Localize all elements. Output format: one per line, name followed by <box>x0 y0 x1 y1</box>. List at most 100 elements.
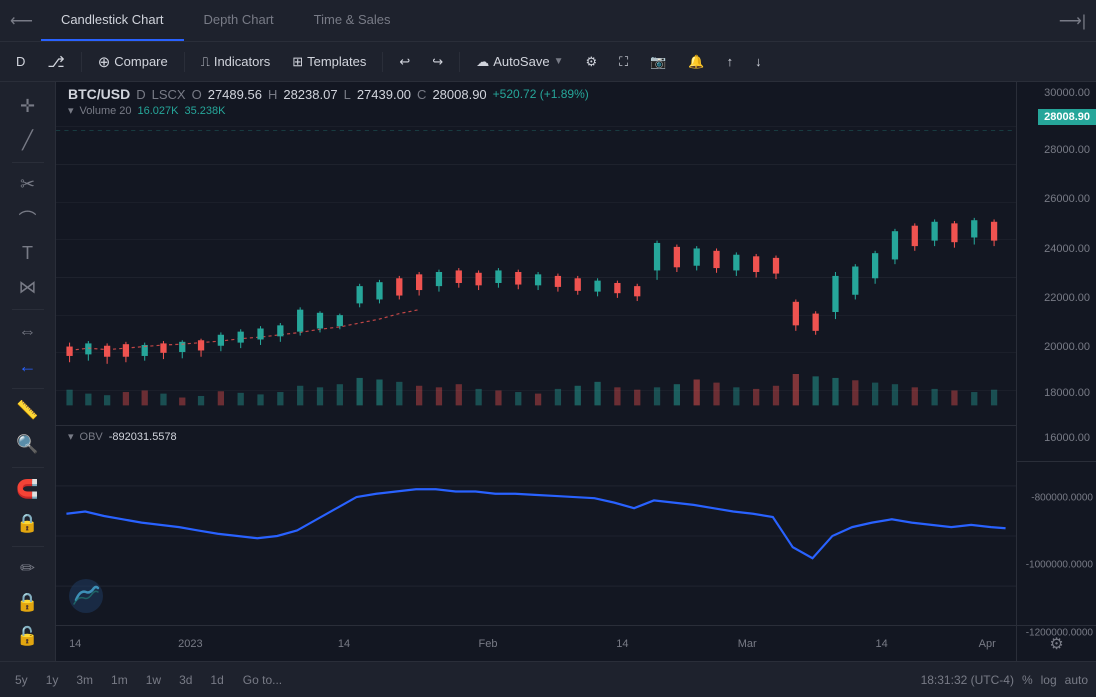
volume-val1: 16.027K <box>138 105 179 117</box>
scale-22000: 22000.00 <box>1044 292 1090 304</box>
scale-24000: 24000.00 <box>1044 243 1090 255</box>
close-label: C <box>417 87 426 102</box>
volume-chevron[interactable]: ▾ <box>68 104 74 117</box>
path-tool[interactable]: ⌒ <box>8 203 48 235</box>
separator-2 <box>184 52 185 72</box>
tab-candlestick[interactable]: Candlestick Chart <box>41 0 184 41</box>
x-label-14-4: 14 <box>875 638 887 650</box>
collapse-right-icon[interactable]: ⟶| <box>1059 11 1086 31</box>
zoom-tool[interactable]: 🔍 <box>8 429 48 461</box>
x-axis-labels: 14 2023 14 Feb 14 Mar 14 Apr <box>56 626 1016 661</box>
obv-chevron[interactable]: ▾ <box>68 430 74 443</box>
crosshair-tool[interactable]: ✛ <box>8 90 48 122</box>
volume-bar: ▾ Volume 20 16.027K 35.238K <box>68 104 1004 117</box>
download-btn[interactable]: ↓ <box>747 50 770 73</box>
tab-time-sales[interactable]: Time & Sales <box>294 0 411 41</box>
obv-label-bar: ▾ OBV -892031.5578 <box>56 426 1016 447</box>
timeframe-1d[interactable]: 1d <box>203 670 230 690</box>
timeframe-1w[interactable]: 1w <box>139 670 168 690</box>
percent-btn[interactable]: % <box>1022 673 1033 687</box>
x-label-mar: Mar <box>738 638 757 650</box>
compare-btn[interactable]: ⊕ Compare <box>90 49 176 75</box>
timeframe-1y[interactable]: 1y <box>39 670 66 690</box>
low-val: 27439.00 <box>357 87 411 102</box>
x-label-feb: Feb <box>479 638 498 650</box>
obv-watermark <box>68 578 104 617</box>
tool-sep-1 <box>12 162 44 163</box>
scissors-tool[interactable]: ✂ <box>8 169 48 201</box>
timeframe-5y[interactable]: 5y <box>8 670 35 690</box>
scale-28000: 28000.00 <box>1044 144 1090 156</box>
settings-btn[interactable]: ⚙ <box>577 50 605 74</box>
separator-3 <box>382 52 383 72</box>
snapshot-btn[interactable]: 📷 <box>642 50 674 74</box>
collapse-icon[interactable]: ⟵ <box>10 11 33 31</box>
tab-depth[interactable]: Depth Chart <box>184 0 294 41</box>
obv-scale-1000k: -1000000.0000 <box>1026 560 1093 571</box>
goto-btn[interactable]: Go to... <box>235 670 290 690</box>
symbol-name: BTC/USD <box>68 86 130 102</box>
volume-val2: 35.238K <box>185 105 226 117</box>
volume-label: Volume 20 <box>80 105 132 117</box>
separator-1 <box>81 52 82 72</box>
open-val: 27489.56 <box>208 87 262 102</box>
scale-30000: 30000.00 <box>1044 87 1090 99</box>
publish-btn[interactable]: ↑ <box>719 50 742 73</box>
separator-4 <box>459 52 460 72</box>
timeframe-3m[interactable]: 3m <box>69 670 100 690</box>
undo-btn[interactable]: ↩ <box>391 50 418 74</box>
high-val: 28238.07 <box>283 87 337 102</box>
tab-bar-left: ⟵ <box>0 0 41 41</box>
scale-18000: 18000.00 <box>1044 387 1090 399</box>
redo-btn[interactable]: ↪ <box>424 50 451 74</box>
chart-area: BTC/USD D LSCX O27489.56 H28238.07 L2743… <box>56 82 1016 661</box>
log-btn[interactable]: log <box>1041 673 1057 687</box>
tabs: Candlestick Chart Depth Chart Time & Sal… <box>41 0 411 41</box>
tab-bar-right: ⟶| <box>1059 0 1096 41</box>
candlestick-svg <box>56 119 1016 425</box>
symbol-interval: D <box>136 87 145 102</box>
right-scale: 28008.90 30000.00 28000.00 26000.00 2400… <box>1016 82 1096 661</box>
magnet-tool[interactable]: 🧲 <box>8 474 48 506</box>
trend-line-tool[interactable]: ╱ <box>8 124 48 156</box>
obv-label: OBV <box>80 431 103 443</box>
x-label-14-1: 14 <box>69 638 81 650</box>
low-label: L <box>344 87 351 102</box>
fullscreen-btn[interactable]: ⛶ <box>611 50 636 74</box>
node-tool[interactable]: ⋈ <box>8 271 48 303</box>
obv-settings-icon[interactable]: ⚙ <box>1049 634 1063 654</box>
scale-20000: 20000.00 <box>1044 341 1090 353</box>
autosave-btn[interactable]: ☁ AutoSave ▼ <box>468 50 571 74</box>
alert-btn[interactable]: 🔔 <box>680 50 712 74</box>
close-val: 28008.90 <box>432 87 486 102</box>
lock2-tool[interactable]: 🔓 <box>8 621 48 653</box>
templates-btn[interactable]: ⊞ Templates <box>284 50 374 74</box>
lock-tool[interactable]: 🔒 <box>8 508 48 540</box>
high-label: H <box>268 87 277 102</box>
tool-sep-3 <box>12 388 44 389</box>
candlestick-chart[interactable] <box>56 119 1016 425</box>
right-scale-obv: -800000.0000 -1000000.0000 -1200000.0000… <box>1017 461 1096 661</box>
obv-value: -892031.5578 <box>109 431 177 443</box>
x-label-2023: 2023 <box>178 638 202 650</box>
chart-type-btn[interactable]: ⎇ <box>39 49 72 75</box>
indicators-btn[interactable]: ⎍ Indicators <box>193 50 278 74</box>
measure-tool[interactable]: ⇔ <box>8 316 48 348</box>
obv-chart-area[interactable] <box>56 447 1016 625</box>
text-tool[interactable]: T <box>8 237 48 269</box>
timeframe-3d[interactable]: 3d <box>172 670 199 690</box>
ruler-tool[interactable]: 📏 <box>8 395 48 427</box>
tool-sep-2 <box>12 309 44 310</box>
symbol-bar: BTC/USD D LSCX O27489.56 H28238.07 L2743… <box>56 82 1016 119</box>
obv-panel: ▾ OBV -892031.5578 <box>56 425 1016 625</box>
auto-btn[interactable]: auto <box>1065 673 1088 687</box>
hide-tool[interactable]: 🔒 <box>8 587 48 619</box>
main-content: ✛ ╱ ✂ ⌒ T ⋈ ⇔ ← 📏 🔍 🧲 🔒 ✏ 🔒 🔓 BTC/USD D … <box>0 82 1096 661</box>
pencil-tool[interactable]: ✏ <box>8 553 48 585</box>
timeframe-1m[interactable]: 1m <box>104 670 135 690</box>
arrow-tool[interactable]: ← <box>8 350 48 382</box>
price-change: +520.72 (+1.89%) <box>493 87 589 101</box>
obv-scale-800k: -800000.0000 <box>1031 492 1093 503</box>
tab-bar: ⟵ Candlestick Chart Depth Chart Time & S… <box>0 0 1096 42</box>
timeframe-btn[interactable]: D <box>8 50 33 73</box>
